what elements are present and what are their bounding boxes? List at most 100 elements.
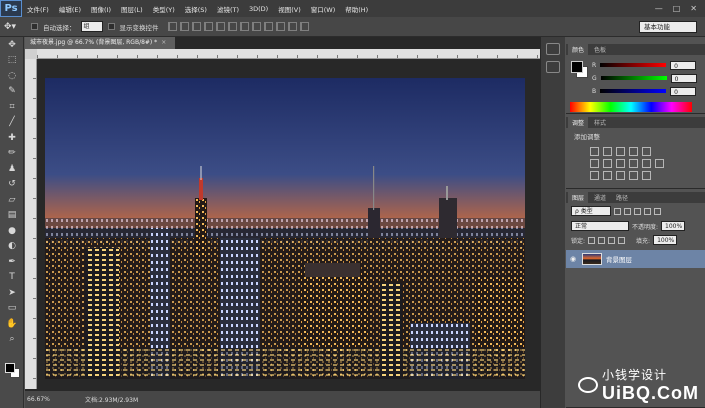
close-icon[interactable]: ✕ xyxy=(690,4,697,13)
crop-icon[interactable]: ⌗ xyxy=(0,99,24,115)
eraser-icon[interactable]: ▱ xyxy=(0,192,24,208)
horizontal-ruler[interactable] xyxy=(37,49,540,59)
filter-type-icon[interactable] xyxy=(634,207,641,215)
stamp-icon[interactable]: ♟ xyxy=(0,161,24,177)
foreground-color-swatch[interactable] xyxy=(5,363,15,373)
layer-item[interactable]: ◉ 背景图层 xyxy=(566,250,705,268)
photo-filter-icon[interactable] xyxy=(629,159,638,168)
blend-mode-dropdown[interactable]: 正常 xyxy=(571,221,629,231)
maximize-icon[interactable]: □ xyxy=(673,4,681,13)
healing-icon[interactable]: ✚ xyxy=(0,130,24,146)
fill-input[interactable]: 100% xyxy=(653,235,678,245)
tab-color[interactable]: 颜色 xyxy=(568,44,589,55)
lock-all-icon[interactable] xyxy=(618,236,626,244)
pen-icon[interactable]: ✒ xyxy=(0,254,24,270)
path-select-icon[interactable]: ➤ xyxy=(0,285,24,301)
history-brush-icon[interactable]: ↺ xyxy=(0,177,24,193)
g-slider[interactable] xyxy=(600,76,667,80)
tab-styles[interactable]: 样式 xyxy=(590,117,610,128)
lock-position-icon[interactable] xyxy=(608,236,616,244)
show-transform-checkbox[interactable] xyxy=(107,23,115,30)
layer-filter-dropdown[interactable]: ρ 类型 xyxy=(571,206,611,216)
auto-select-checkbox[interactable] xyxy=(31,23,38,30)
align-vcenter-icon[interactable] xyxy=(179,22,189,31)
align-hcenter-icon[interactable] xyxy=(215,22,225,31)
history-panel-icon[interactable] xyxy=(546,43,560,55)
dodge-icon[interactable]: ◐ xyxy=(0,239,24,255)
lock-pixels-icon[interactable] xyxy=(598,236,606,244)
distribute-top-icon[interactable] xyxy=(239,22,249,31)
lasso-icon[interactable]: ◌ xyxy=(0,68,24,84)
zoom-level[interactable]: 66.67% xyxy=(27,396,55,403)
selective-color-icon[interactable] xyxy=(642,171,651,180)
eye-icon[interactable]: ◉ xyxy=(570,255,578,263)
channel-mixer-icon[interactable] xyxy=(642,159,651,168)
tab-paths[interactable]: 路径 xyxy=(612,192,632,203)
align-bottom-icon[interactable] xyxy=(191,22,201,31)
distribute-bottom-icon[interactable] xyxy=(263,22,273,31)
levels-icon[interactable] xyxy=(603,147,612,156)
align-left-icon[interactable] xyxy=(203,22,213,31)
lock-transparent-icon[interactable] xyxy=(588,236,596,244)
eyedropper-icon[interactable]: ╱ xyxy=(0,115,24,131)
r-slider[interactable] xyxy=(600,63,667,67)
quick-select-icon[interactable]: ✎ xyxy=(0,84,24,100)
gradient-map-icon[interactable] xyxy=(629,171,638,180)
type-icon[interactable]: T xyxy=(0,270,24,286)
menu-file[interactable]: 文件(F) xyxy=(22,4,54,14)
g-value-input[interactable]: 0 xyxy=(670,73,697,83)
tab-swatches[interactable]: 色板 xyxy=(590,44,610,55)
filter-pixel-icon[interactable] xyxy=(614,207,621,215)
opacity-input[interactable]: 100% xyxy=(661,221,686,231)
auto-select-dropdown[interactable]: 组 xyxy=(80,21,103,32)
b-value-input[interactable]: 0 xyxy=(670,86,697,96)
color-panel-fg-swatch[interactable] xyxy=(571,61,583,73)
curves-icon[interactable] xyxy=(616,147,625,156)
menu-filter[interactable]: 滤镜(T) xyxy=(212,4,244,14)
menu-image[interactable]: 图像(I) xyxy=(86,4,116,14)
distribute-hcenter-icon[interactable] xyxy=(287,22,297,31)
menu-type[interactable]: 类型(Y) xyxy=(148,4,180,14)
menu-view[interactable]: 视图(V) xyxy=(273,4,306,14)
color-balance-icon[interactable] xyxy=(603,159,612,168)
invert-icon[interactable] xyxy=(590,171,599,180)
align-right-icon[interactable] xyxy=(227,22,237,31)
color-lookup-icon[interactable] xyxy=(655,159,664,168)
menu-select[interactable]: 选择(S) xyxy=(180,4,212,14)
posterize-icon[interactable] xyxy=(603,171,612,180)
r-value-input[interactable]: 0 xyxy=(670,60,697,70)
marquee-icon[interactable]: ⬚ xyxy=(0,53,24,69)
tab-channels[interactable]: 通道 xyxy=(590,192,610,203)
exposure-icon[interactable] xyxy=(629,147,638,156)
gradient-icon[interactable]: ▤ xyxy=(0,208,24,224)
document-tab[interactable]: 城市夜景.jpg @ 66.7% (背景图层, RGB/8#) * × xyxy=(25,37,175,49)
shape-icon[interactable]: ▭ xyxy=(0,301,24,317)
b-slider[interactable] xyxy=(600,89,667,93)
document-info[interactable]: 文档:2.93M/2.93M xyxy=(85,395,138,404)
blur-icon[interactable]: ● xyxy=(0,223,24,239)
menu-edit[interactable]: 编辑(E) xyxy=(54,4,86,14)
color-spectrum[interactable] xyxy=(570,102,692,112)
menu-3d[interactable]: 3D(D) xyxy=(244,5,273,13)
black-white-icon[interactable] xyxy=(616,159,625,168)
properties-panel-icon[interactable] xyxy=(546,61,560,73)
filter-adjustment-icon[interactable] xyxy=(624,207,631,215)
hue-saturation-icon[interactable] xyxy=(590,159,599,168)
zoom-icon[interactable]: ⌕ xyxy=(0,332,24,348)
workspace-dropdown[interactable]: 基本功能 xyxy=(639,21,697,33)
menu-window[interactable]: 窗口(W) xyxy=(306,4,341,14)
distribute-left-icon[interactable] xyxy=(275,22,285,31)
tab-adjustments[interactable]: 调整 xyxy=(568,117,589,128)
minimize-icon[interactable]: — xyxy=(655,4,663,13)
distribute-vcenter-icon[interactable] xyxy=(251,22,261,31)
vertical-ruler[interactable] xyxy=(25,59,37,389)
threshold-icon[interactable] xyxy=(616,171,625,180)
menu-layer[interactable]: 图层(L) xyxy=(116,4,148,14)
align-top-icon[interactable] xyxy=(167,22,177,31)
move-tool-preset-icon[interactable]: ✥▾ xyxy=(4,20,26,34)
brightness-icon[interactable] xyxy=(590,147,599,156)
tab-layers[interactable]: 图层 xyxy=(568,192,589,203)
brush-icon[interactable]: ✏ xyxy=(0,146,24,162)
tab-close-icon[interactable]: × xyxy=(161,39,166,46)
filter-smart-object-icon[interactable] xyxy=(654,207,661,215)
